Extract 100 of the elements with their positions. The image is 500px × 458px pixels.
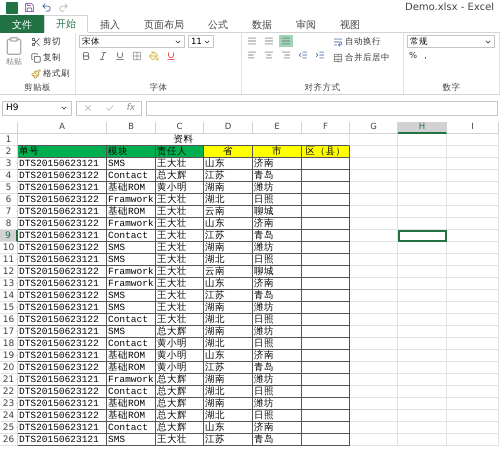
row-header[interactable]: 11	[0, 254, 18, 266]
row-header[interactable]: 15	[0, 302, 18, 314]
row-header[interactable]: 20	[0, 362, 18, 374]
empty-cell	[447, 218, 499, 230]
empty-cell	[302, 422, 350, 434]
table-cell: DTS20150623121	[18, 422, 107, 434]
ribbon-tab[interactable]: 视图	[328, 15, 372, 33]
row-header[interactable]: 24	[0, 410, 18, 422]
empty-cell	[447, 302, 499, 314]
column-header[interactable]: I	[447, 122, 499, 134]
table-cell: DTS20150623121	[18, 398, 107, 410]
table-cell: 湖北	[204, 194, 253, 206]
table-cell: DTS20150623121	[18, 350, 107, 362]
table-cell: 湖北	[204, 410, 253, 422]
table-cell: DTS20150623122	[18, 386, 107, 398]
table-cell: 潍坊	[253, 302, 302, 314]
empty-cell	[302, 338, 350, 350]
align-top-button[interactable]	[245, 35, 259, 47]
empty-cell	[398, 242, 447, 254]
row-header[interactable]: 9	[0, 230, 18, 242]
column-header[interactable]: H	[398, 122, 447, 134]
column-header[interactable]: G	[350, 122, 398, 134]
align-left-button[interactable]	[245, 49, 259, 61]
row-header[interactable]: 8	[0, 218, 18, 230]
align-center-button[interactable]	[262, 49, 276, 61]
name-box[interactable]: H9	[2, 100, 72, 116]
row-header[interactable]: 7	[0, 206, 18, 218]
row-header[interactable]: 19	[0, 350, 18, 362]
empty-cell	[302, 410, 350, 422]
table-cell: 日照	[253, 254, 302, 266]
empty-cell	[350, 290, 398, 302]
paste-button[interactable]: 粘贴	[3, 35, 25, 82]
row-header[interactable]: 25	[0, 422, 18, 434]
row-header[interactable]: 12	[0, 266, 18, 278]
empty-cell	[350, 338, 398, 350]
align-right-button[interactable]	[279, 49, 293, 61]
selected-cell[interactable]	[398, 230, 447, 242]
comma-button[interactable]: ,	[422, 50, 429, 62]
empty-cell	[398, 170, 447, 182]
row-header[interactable]: 18	[0, 338, 18, 350]
row-header[interactable]: 2	[0, 146, 18, 158]
align-bottom-button[interactable]	[279, 35, 293, 47]
table-cell: DTS20150623121	[18, 230, 107, 242]
align-middle-button[interactable]	[262, 35, 276, 47]
insert-function-button[interactable]: fx	[126, 103, 136, 113]
empty-cell	[447, 278, 499, 290]
empty-cell	[350, 386, 398, 398]
table-cell: DTS20150623122	[18, 362, 107, 374]
font-name-field[interactable]: 宋体	[79, 35, 185, 48]
column-header[interactable]: F	[302, 122, 350, 134]
group-label: 数字	[442, 82, 462, 94]
fill-color-button[interactable]	[147, 50, 161, 62]
row-header[interactable]: 22	[0, 386, 18, 398]
empty-cell	[398, 326, 447, 338]
row-header[interactable]: 10	[0, 242, 18, 254]
decrease-indent-button[interactable]	[296, 49, 310, 61]
table-cell: 湖南	[204, 398, 253, 410]
copy-button[interactable]: 复制	[29, 51, 72, 65]
column-header[interactable]: B	[107, 122, 156, 134]
ribbon-tab[interactable]: 审阅	[284, 15, 328, 33]
ribbon-tab[interactable]: 插入	[88, 15, 132, 33]
column-header[interactable]: A	[18, 122, 107, 134]
row-header[interactable]: 14	[0, 290, 18, 302]
row-header[interactable]: 21	[0, 374, 18, 386]
row-header[interactable]: 17	[0, 326, 18, 338]
merge-center-button[interactable]: 合并后居中	[331, 51, 392, 65]
italic-icon	[98, 51, 108, 61]
row-header[interactable]: 1	[0, 134, 18, 146]
ribbon-tab[interactable]: 数据	[240, 15, 284, 33]
percent-button[interactable]: %	[407, 50, 420, 62]
ribbon-tab[interactable]: 页面布局	[132, 15, 196, 33]
row-header[interactable]: 4	[0, 170, 18, 182]
cut-button[interactable]: 剪切	[29, 35, 72, 49]
indent-icon	[315, 50, 325, 60]
row-header[interactable]: 26	[0, 434, 18, 446]
table-cell: Contact	[107, 338, 156, 350]
file-tab[interactable]: 文件	[0, 15, 44, 33]
increase-indent-button[interactable]	[313, 49, 327, 61]
wrap-text-button[interactable]: 自动换行	[331, 35, 392, 49]
format-painter-button[interactable]: 格式刷	[29, 67, 72, 81]
empty-cell	[398, 338, 447, 350]
column-header[interactable]: C	[156, 122, 204, 134]
row-header[interactable]: 3	[0, 158, 18, 170]
font-size-field[interactable]: 11	[188, 35, 214, 48]
formula-input[interactable]	[146, 100, 498, 116]
ribbon-tab[interactable]: 开始	[44, 15, 88, 33]
header-cell: 市	[253, 146, 302, 158]
row-header[interactable]: 6	[0, 194, 18, 206]
row-header[interactable]: 23	[0, 398, 18, 410]
empty-cell	[447, 386, 499, 398]
row-header[interactable]: 5	[0, 182, 18, 194]
empty-cell	[398, 158, 447, 170]
number-format-field[interactable]: 常规	[407, 35, 495, 48]
row-header[interactable]: 16	[0, 314, 18, 326]
row-header[interactable]: 13	[0, 278, 18, 290]
ribbon-tab[interactable]: 公式	[196, 15, 240, 33]
column-header[interactable]: E	[253, 122, 302, 134]
table-cell: 日照	[253, 410, 302, 422]
table-cell: 基础ROM	[107, 410, 156, 422]
column-header[interactable]: D	[204, 122, 253, 134]
